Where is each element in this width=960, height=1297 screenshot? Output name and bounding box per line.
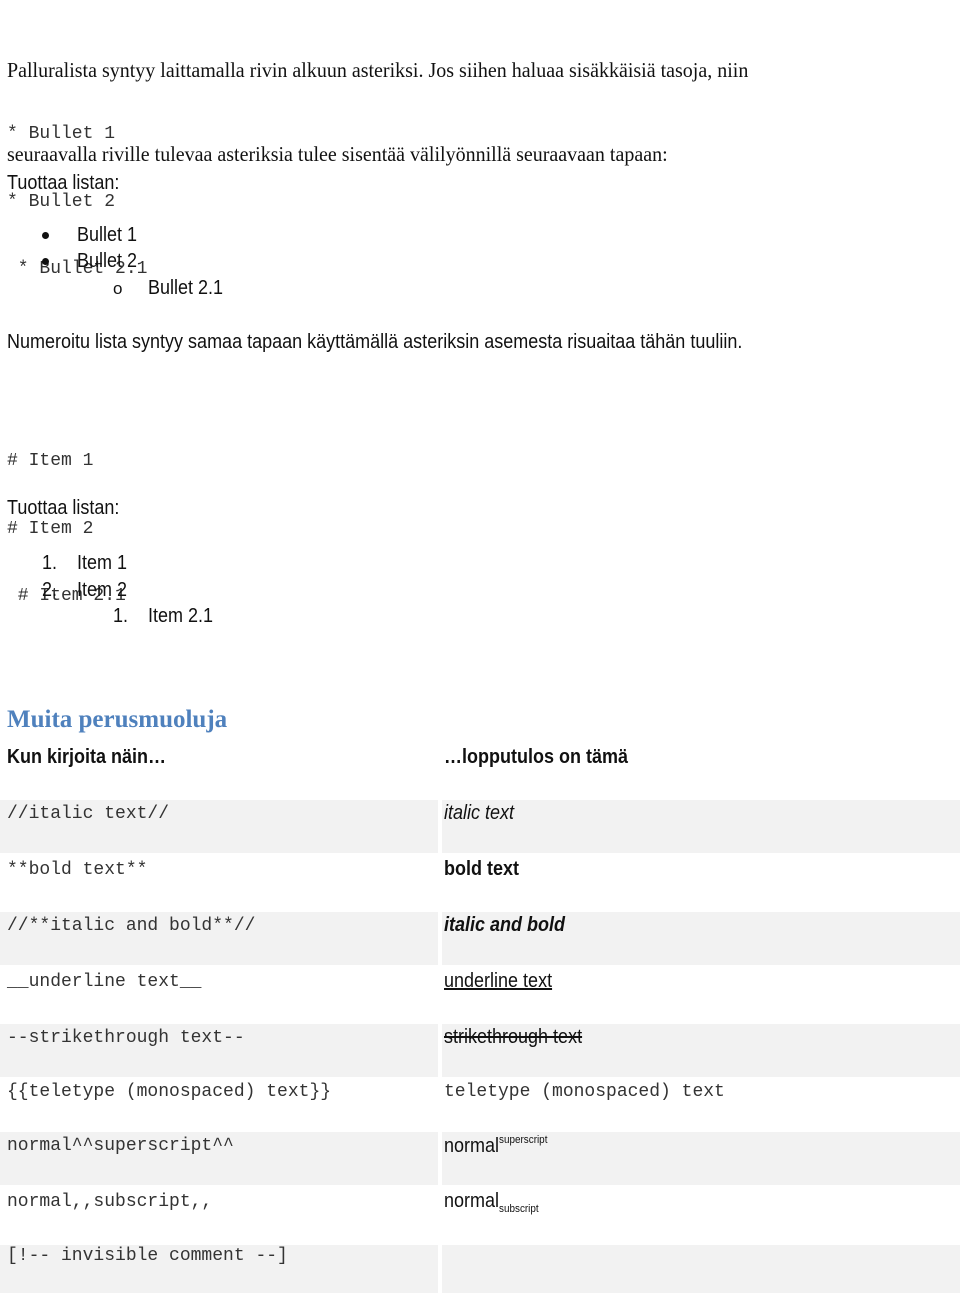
table-source-cell: //italic text// bbox=[7, 804, 170, 824]
table-cell-bg bbox=[442, 800, 960, 853]
list-item: Bullet 1 bbox=[77, 224, 138, 246]
table-cell-bg bbox=[442, 1245, 960, 1293]
list-marker: 2. bbox=[42, 579, 58, 601]
code-line: # Item 1 bbox=[7, 451, 94, 471]
table-source-cell: **bold text** bbox=[7, 860, 148, 880]
table-result-cell: italic and bold bbox=[444, 914, 566, 936]
table-result-cell: teletype (monospaced) text bbox=[444, 1082, 725, 1102]
table-source-cell: normal,,subscript,, bbox=[7, 1192, 213, 1212]
table-source-cell: {{teletype (monospaced) text}} bbox=[7, 1082, 332, 1102]
normal-text: normal bbox=[444, 1190, 500, 1212]
superscript-text: superscript bbox=[499, 1134, 548, 1146]
numbered-intro: Numeroitu lista syntyy samaa tapaan käyt… bbox=[7, 331, 743, 353]
list-marker: 1. bbox=[113, 605, 129, 627]
table-source-cell: //**italic and bold**// bbox=[7, 916, 256, 936]
bullet-dot-icon bbox=[42, 258, 49, 265]
table-result-cell: underline text bbox=[444, 970, 553, 992]
list-item: Item 1 bbox=[77, 552, 128, 574]
bullet-result-label: Tuottaa listan: bbox=[7, 172, 120, 194]
list-marker: 1. bbox=[42, 552, 58, 574]
table-result-cell: strikethrough text bbox=[444, 1026, 583, 1048]
table-source-cell: __underline text__ bbox=[7, 972, 202, 992]
table-result-cell: normalsuperscript bbox=[444, 1134, 547, 1158]
table-source-cell: --strikethrough text-- bbox=[7, 1028, 245, 1048]
normal-text: normal bbox=[444, 1135, 500, 1157]
list-item: Item 2 bbox=[77, 579, 128, 601]
table-result-cell: normalsubscript bbox=[444, 1190, 539, 1215]
list-item: Bullet 2.1 bbox=[148, 277, 224, 299]
bullet-circle-icon: o bbox=[113, 279, 123, 298]
subscript-text: subscript bbox=[499, 1203, 539, 1215]
numbered-result-label: Tuottaa listan: bbox=[7, 497, 120, 519]
table-result-cell: italic text bbox=[444, 802, 515, 824]
table-result-cell: bold text bbox=[444, 858, 520, 880]
bullet-dot-icon bbox=[42, 232, 49, 239]
column-header-result: …lopputulos on tämä bbox=[444, 746, 628, 768]
code-line: * Bullet 1 bbox=[7, 124, 116, 144]
table-source-cell: [!-- invisible comment --] bbox=[7, 1246, 288, 1266]
column-header-source: Kun kirjoita näin… bbox=[7, 746, 167, 768]
section-heading: Muita perusmuoluja bbox=[7, 706, 228, 733]
list-item: Item 2.1 bbox=[148, 605, 214, 627]
list-item: Bullet 2 bbox=[77, 250, 138, 272]
table-source-cell: normal^^superscript^^ bbox=[7, 1136, 234, 1156]
